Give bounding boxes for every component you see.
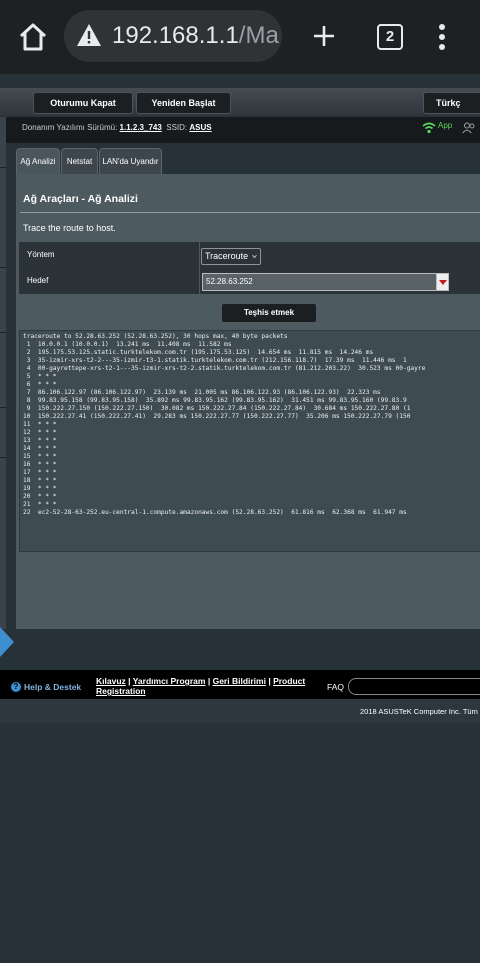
- faq-search-input[interactable]: [348, 678, 480, 695]
- row-separator: [199, 268, 200, 294]
- dropdown-arrow-icon: [439, 280, 447, 285]
- browser-toolbar: 192.168.1.1/Ma 2: [0, 0, 480, 74]
- home-icon[interactable]: [18, 22, 48, 52]
- new-tab-icon[interactable]: [312, 24, 336, 48]
- firmware-label: Donanım Yazılımı Sürümü:: [22, 123, 118, 132]
- method-label: Yöntem: [27, 250, 55, 259]
- page-description: Trace the route to host.: [23, 223, 116, 233]
- warning-icon[interactable]: [76, 23, 102, 47]
- diagnose-button[interactable]: Teşhis etmek: [221, 303, 317, 323]
- copyright-text: 2018 ASUSTeK Computer Inc. Tüm ha: [360, 707, 480, 716]
- chevron-down-icon: [252, 254, 257, 259]
- tab-wake-on-lan[interactable]: LAN'da Uyandır: [99, 148, 162, 175]
- language-selector[interactable]: Türkç: [423, 92, 480, 114]
- feedback-link[interactable]: Geri Bildirimi: [213, 676, 266, 686]
- firmware-version-link[interactable]: 1.1.2.3_743: [120, 123, 162, 132]
- more-menu-icon[interactable]: [438, 24, 446, 50]
- page-title: Ağ Araçları - Ağ Analizi: [23, 193, 138, 205]
- target-dropdown-button[interactable]: [436, 273, 449, 291]
- target-label: Hedef: [27, 276, 49, 285]
- ssid-label: SSID:: [166, 123, 188, 132]
- firmware-info: Donanım Yazılımı Sürümü: 1.1.2.3_743 SSI…: [22, 123, 212, 132]
- url-path: /Ma: [238, 22, 279, 49]
- traceroute-output-text: traceroute to 52.28.63.252 (52.28.63.252…: [23, 333, 426, 516]
- app-label[interactable]: App: [438, 121, 452, 130]
- guide-link[interactable]: Kılavuz: [96, 676, 126, 686]
- target-input[interactable]: 52.28.63.252: [202, 273, 441, 291]
- wifi-icon: [422, 122, 436, 134]
- tab-netstat[interactable]: Netstat: [61, 148, 98, 175]
- utility-link[interactable]: Yardımcı Program: [133, 676, 206, 686]
- help-icon: ?: [11, 682, 21, 692]
- address-bar[interactable]: 192.168.1.1/Ma: [64, 10, 282, 62]
- reboot-button[interactable]: Yeniden Başlat: [136, 92, 231, 114]
- url-host: 192.168.1.1: [112, 22, 239, 49]
- faq-label: FAQ: [327, 682, 345, 692]
- left-menu-strip[interactable]: [0, 117, 6, 657]
- row-separator: [199, 242, 200, 268]
- tab-switcher-button[interactable]: 2: [377, 24, 403, 50]
- footer-links: Kılavuz | Yardımcı Program | Geri Bildir…: [96, 676, 306, 696]
- users-icon[interactable]: [462, 122, 476, 134]
- method-value: Traceroute: [205, 251, 249, 261]
- traceroute-output[interactable]: traceroute to 52.28.63.252 (52.28.63.252…: [19, 330, 480, 552]
- side-expand-arrow-icon[interactable]: [0, 627, 14, 657]
- method-select[interactable]: Traceroute: [201, 248, 261, 265]
- logout-button[interactable]: Oturumu Kapat: [33, 92, 133, 114]
- help-support-label: Help & Destek: [24, 682, 82, 692]
- title-divider: [20, 212, 480, 213]
- ssid-link[interactable]: ASUS: [189, 123, 211, 132]
- url-text: 192.168.1.1/Ma: [112, 22, 279, 50]
- tab-network-analysis[interactable]: Ağ Analizi: [16, 148, 60, 175]
